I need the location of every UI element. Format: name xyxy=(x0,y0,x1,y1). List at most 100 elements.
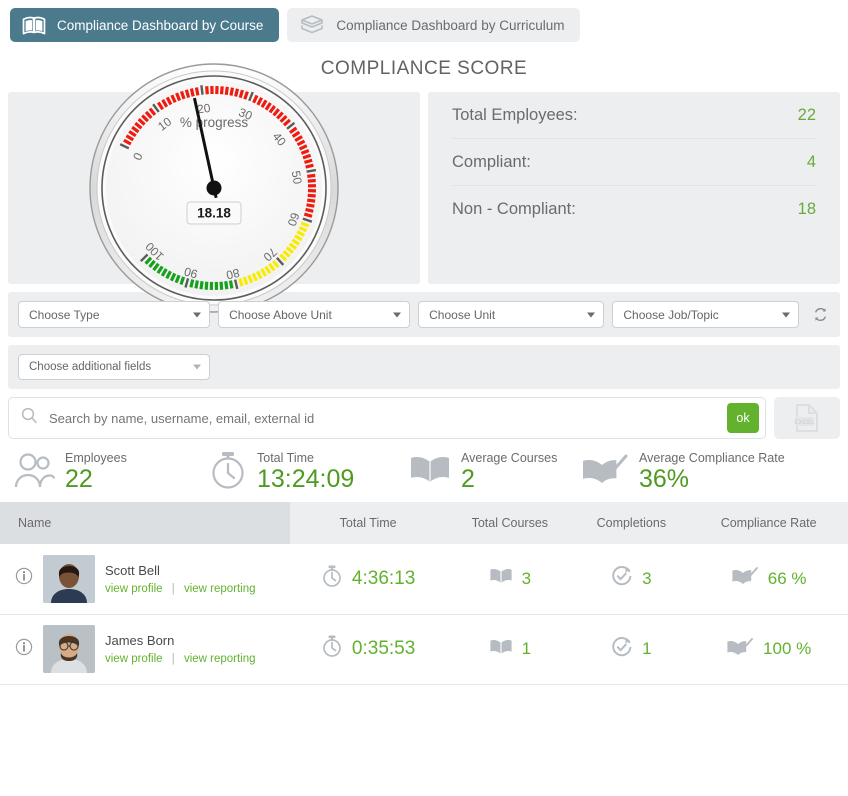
stopwatch-icon xyxy=(321,634,343,664)
stat-row-compliant: Compliant: 4 xyxy=(452,139,816,186)
select-label: Choose Type xyxy=(29,307,100,322)
column-header-total-courses[interactable]: Total Courses xyxy=(446,502,574,544)
choose-job-topic-select[interactable]: Choose Job/Topic xyxy=(612,301,799,328)
avatar[interactable] xyxy=(43,625,95,673)
column-header-compliance-rate[interactable]: Compliance Rate xyxy=(689,502,848,544)
tab-label: Compliance Dashboard by Course xyxy=(57,17,264,33)
export-excel-button[interactable]: EXCEL xyxy=(774,397,840,439)
total-time-value: 4:36:13 xyxy=(351,567,416,589)
info-icon[interactable] xyxy=(15,567,33,590)
stopwatch-icon xyxy=(208,449,248,496)
view-reporting-link[interactable]: view reporting xyxy=(184,653,256,665)
column-header-total-time[interactable]: Total Time xyxy=(290,502,447,544)
link-separator: | xyxy=(171,582,175,595)
select-label: Choose Above Unit xyxy=(229,307,332,322)
select-label: Choose additional fields xyxy=(29,361,152,373)
kpi-label: Total Time xyxy=(257,451,314,466)
person-name: Scott Bell xyxy=(105,562,160,578)
search-input[interactable] xyxy=(47,409,727,427)
choose-type-select[interactable]: Choose Type xyxy=(18,301,211,328)
employee-compliance-table: Name Total Time Total Courses Completion… xyxy=(0,502,848,685)
chevron-down-icon xyxy=(193,364,201,370)
book-check-icon xyxy=(580,452,630,493)
stat-label: Compliant: xyxy=(452,152,531,171)
kpi-average-courses: Average Courses 2 xyxy=(408,452,576,493)
kpi-value: 22 xyxy=(65,464,93,493)
compliance-gauge: 0 10 20 30 40 50 60 70 80 90 100 % progress 18.18 xyxy=(88,62,340,314)
completions-value: 3 xyxy=(642,568,652,588)
link-separator: | xyxy=(171,653,175,665)
tab-compliance-by-course[interactable]: Compliance Dashboard by Course xyxy=(10,8,280,42)
choose-additional-fields-select[interactable]: Choose additional fields xyxy=(18,354,210,380)
search-icon xyxy=(21,407,38,429)
total-time-value: 0:35:53 xyxy=(351,638,416,659)
total-courses-value: 3 xyxy=(521,568,532,588)
open-book-icon xyxy=(408,453,452,492)
summary-kpi-row: Employees 22 Total Time 13:24:09 Average… xyxy=(0,439,848,502)
kpi-value: 2 xyxy=(461,464,475,493)
tab-compliance-by-curriculum[interactable]: Compliance Dashboard by Curriculum xyxy=(287,8,581,42)
kpi-value: 36% xyxy=(639,464,690,493)
search-field-wrapper: ok xyxy=(8,397,766,439)
cell-total-courses: 1 xyxy=(446,614,574,685)
select-label: Choose Job/Topic xyxy=(623,307,719,322)
people-icon xyxy=(12,450,56,495)
choose-above-unit-select[interactable]: Choose Above Unit xyxy=(218,301,411,328)
table-body: Scott Bell view profile | view reporting xyxy=(0,544,848,685)
column-header-name[interactable]: Name xyxy=(0,502,290,544)
book-check-icon xyxy=(731,566,759,591)
kpi-label: Employees xyxy=(65,451,127,466)
total-courses-value: 1 xyxy=(521,639,532,658)
search-ok-button[interactable]: ok xyxy=(727,403,759,433)
cell-compliance-rate: 66 % xyxy=(689,544,848,615)
completion-check-icon xyxy=(611,636,633,663)
gauge-panel: 0 10 20 30 40 50 60 70 80 90 100 % progress 18.18 xyxy=(8,63,420,313)
stat-row-non-compliant: Non - Compliant: 18 xyxy=(452,186,816,233)
table-row[interactable]: Scott Bell view profile | view reporting xyxy=(0,544,848,615)
kpi-average-compliance-rate: Average Compliance Rate 36% xyxy=(580,452,836,493)
cell-total-time: 4:36:13 xyxy=(290,544,447,615)
completion-check-icon xyxy=(611,565,633,592)
column-header-completions[interactable]: Completions xyxy=(573,502,690,544)
additional-filter-bar: Choose additional fields xyxy=(8,345,840,389)
select-label: Choose Unit xyxy=(429,307,496,322)
cell-compliance-rate: 100 % xyxy=(689,614,848,685)
cell-name: James Born view profile | view reporting xyxy=(0,614,290,685)
compliance-stats-panel: Total Employees: 22 Compliant: 4 Non - C… xyxy=(428,92,840,284)
open-book-icon xyxy=(489,638,513,661)
gauge-caption: % progress xyxy=(180,115,249,130)
view-reporting-link[interactable]: view reporting xyxy=(184,583,256,595)
kpi-value: 13:24:09 xyxy=(257,464,355,493)
choose-unit-select[interactable]: Choose Unit xyxy=(418,301,605,328)
stat-row-total-employees: Total Employees: 22 xyxy=(452,92,816,139)
stat-label: Total Employees: xyxy=(452,105,578,124)
person-name: James Born xyxy=(105,633,175,648)
table-row[interactable]: James Born view profile | view reporting xyxy=(0,614,848,685)
gauge-tick-label: 50 xyxy=(289,170,305,186)
stat-value: 18 xyxy=(797,200,816,218)
stacked-books-icon xyxy=(299,14,325,36)
cell-completions: 1 xyxy=(573,614,690,685)
view-profile-link[interactable]: view profile xyxy=(105,653,163,665)
open-book-icon xyxy=(22,16,46,35)
cell-name: Scott Bell view profile | view reporting xyxy=(0,544,290,615)
chevron-down-icon xyxy=(781,312,790,317)
view-profile-link[interactable]: view profile xyxy=(105,583,163,595)
refresh-icon[interactable] xyxy=(811,305,830,325)
cell-completions: 3 xyxy=(573,544,690,615)
row-links: view profile | view reporting xyxy=(105,583,256,595)
info-icon[interactable] xyxy=(15,638,33,661)
kpi-label: Average Compliance Rate xyxy=(639,451,785,466)
completions-value: 1 xyxy=(642,639,652,658)
open-book-icon xyxy=(489,567,513,590)
stat-label: Non - Compliant: xyxy=(452,200,576,218)
search-section: ok EXCEL xyxy=(0,389,848,439)
chevron-down-icon xyxy=(193,312,202,317)
compliance-rate-value: 66 % xyxy=(767,568,807,588)
cell-total-courses: 3 xyxy=(446,544,574,615)
table-header: Name Total Time Total Courses Completion… xyxy=(0,502,848,544)
row-links: view profile | view reporting xyxy=(105,653,256,665)
gauge-value: 18.18 xyxy=(197,206,231,221)
chevron-down-icon xyxy=(587,312,596,317)
avatar[interactable] xyxy=(43,554,95,603)
